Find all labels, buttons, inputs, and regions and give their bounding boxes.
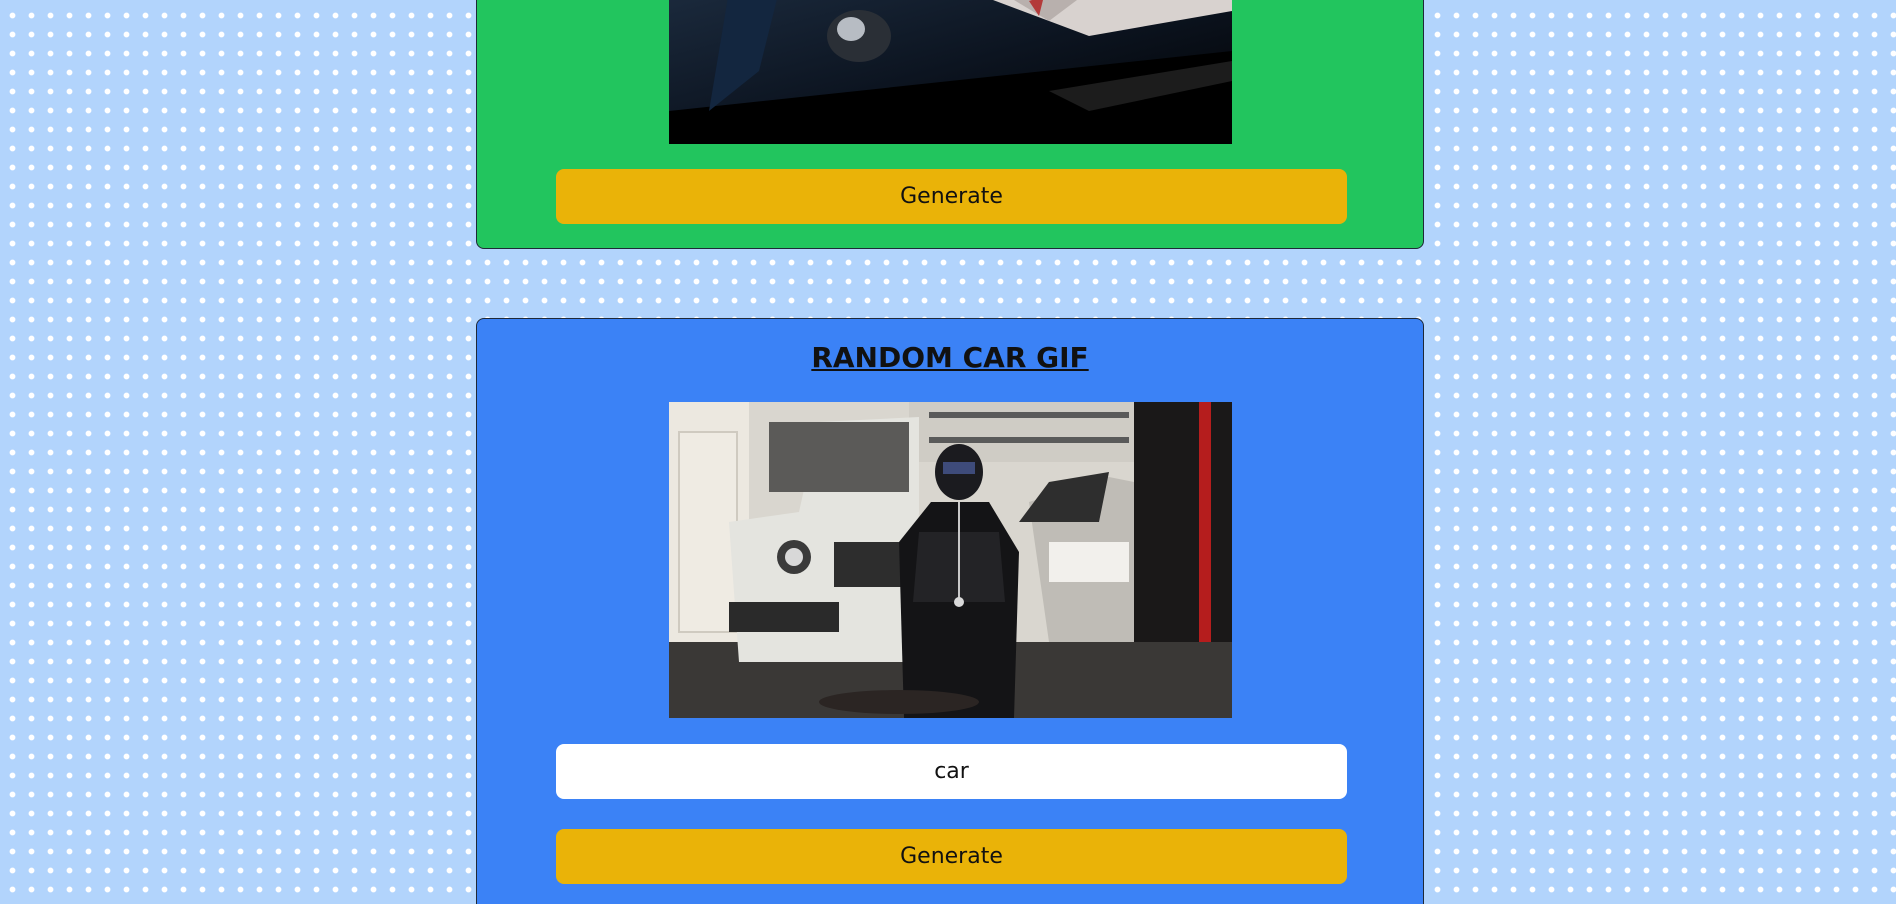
car-generate-button[interactable]: Generate: [556, 829, 1347, 884]
car-gif-image: [669, 402, 1232, 718]
trending-gif-card: Generate: [476, 0, 1424, 249]
random-car-gif-card: RANDOM CAR GIF car Generate: [476, 318, 1424, 904]
tag-input[interactable]: [556, 744, 1347, 799]
car-gif-graphic: [669, 402, 1232, 718]
trending-gif-image: [669, 0, 1232, 144]
trending-generate-button[interactable]: Generate: [556, 169, 1347, 224]
trending-gif-graphic: [669, 0, 1232, 144]
card-title: RANDOM CAR GIF: [811, 341, 1089, 374]
